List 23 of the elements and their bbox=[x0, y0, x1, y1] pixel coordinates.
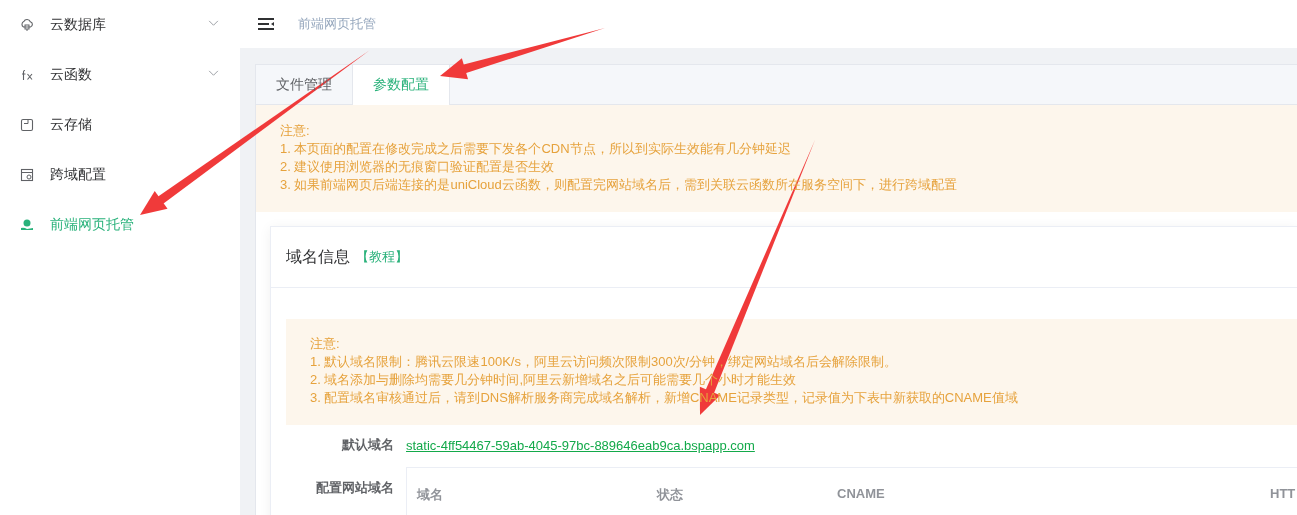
column-header: 域名 bbox=[417, 486, 444, 504]
browser-gear-icon bbox=[20, 168, 34, 182]
field-label: 配置网站域名 bbox=[315, 479, 394, 497]
column-header: HTT bbox=[1270, 486, 1296, 501]
column-header: 状态 bbox=[657, 486, 684, 504]
field-label: 默认域名 bbox=[340, 436, 394, 454]
cloud-icon bbox=[20, 18, 34, 32]
storage-icon bbox=[20, 118, 34, 132]
sidebar-item[interactable]: 云数据库 bbox=[0, 0, 240, 50]
sidebar-item[interactable]: 云存储 bbox=[0, 100, 240, 150]
notice-line: 1. 本页面的配置在修改完成之后需要下发各个CDN节点，所以到实际生效能有几分钟延迟 bbox=[280, 140, 792, 158]
card-title: 域名信息 bbox=[286, 246, 350, 267]
sidebar-item[interactable]: 跨域配置 bbox=[0, 150, 240, 200]
fx-icon bbox=[20, 68, 34, 82]
notice-title: 注意: bbox=[310, 335, 341, 353]
notice-line: 2. 建议使用浏览器的无痕窗口验证配置是否生效 bbox=[280, 158, 556, 176]
menu-fold-icon[interactable] bbox=[258, 17, 274, 31]
sidebar-item[interactable]: 云函数 bbox=[0, 50, 240, 100]
globe-hand-icon bbox=[20, 218, 34, 232]
notice-line: 1. 默认域名限制：腾讯云限速100K/s，阿里云访问频次限制300次/分钟，绑定网站域名后会解除限制。 bbox=[310, 353, 899, 371]
column-header: CNAME bbox=[837, 486, 886, 501]
domain-link[interactable]: static-4ff54467-59ab-4045-97bc-889646eab9ca.bspapp.com bbox=[406, 437, 755, 453]
notice-title: 注意: bbox=[280, 122, 311, 140]
